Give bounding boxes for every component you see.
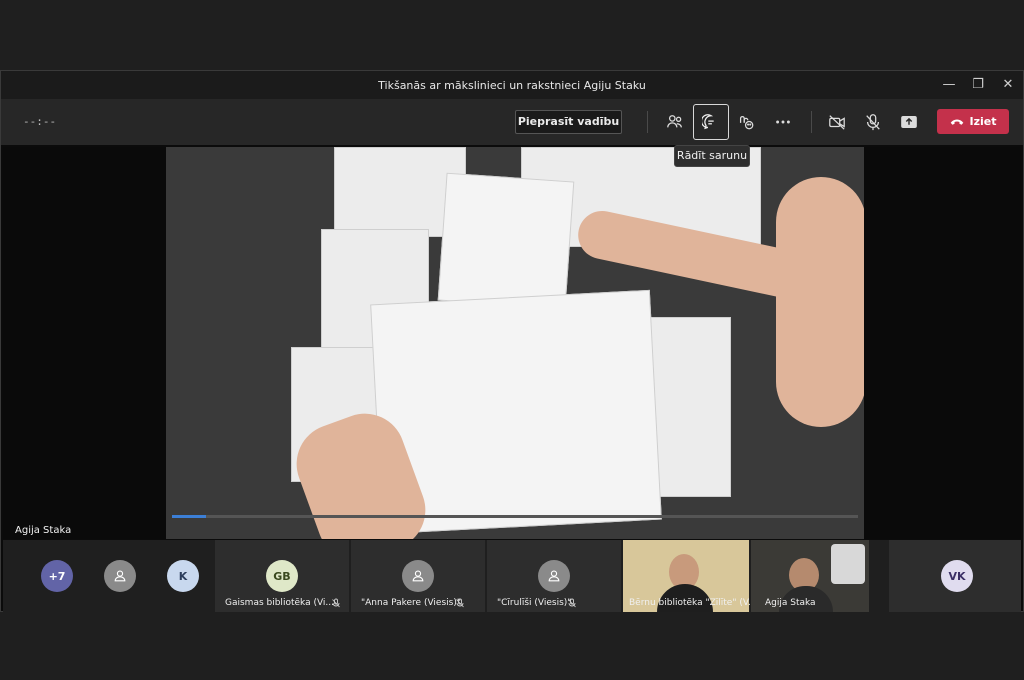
participant-tile-agija[interactable]: Agija Staka: [751, 540, 869, 614]
mic-off-icon: [456, 598, 464, 608]
reactions-icon[interactable]: [731, 107, 761, 137]
toolbar-divider: [811, 111, 812, 133]
toolbar-divider: [647, 111, 648, 133]
avatar-gb: GB: [266, 560, 298, 592]
participant-name: Gaismas bibliotēka (Vi...: [225, 598, 334, 608]
avatar: [538, 560, 570, 592]
rat-drawing-top: [437, 172, 575, 310]
video-progress-fill: [172, 515, 206, 518]
person-icon: [412, 570, 424, 582]
meeting-timer: --:--: [23, 115, 57, 128]
phone-hangup-icon: [950, 119, 963, 125]
meeting-toolbar: --:-- Pieprasīt vadību Iziet: [1, 99, 1023, 145]
window-title: Tikšanās ar mākslinieci un rakstnieci Ag…: [378, 78, 646, 92]
person-icon: [114, 570, 126, 582]
participant-name: Agija Staka: [765, 598, 816, 608]
participants-icon[interactable]: [660, 107, 690, 137]
close-icon[interactable]: ✕: [998, 75, 1018, 95]
mic-off-icon[interactable]: [858, 107, 888, 137]
leave-button[interactable]: Iziet: [937, 109, 1009, 134]
request-control-button[interactable]: Pieprasīt vadību: [515, 110, 622, 134]
share-screen-icon[interactable]: [894, 107, 924, 137]
overflow-participants-badge[interactable]: +7: [41, 560, 73, 592]
person-icon: [548, 570, 560, 582]
participant-tile-cirulisi[interactable]: "Cīrulīši (Viesis)": [487, 540, 621, 612]
mic-off-icon: [568, 598, 576, 608]
mic-off-icon: [332, 598, 340, 608]
participant-strip: +7 K GB Gaismas bibliotēka (Vi... "Anna …: [3, 540, 1021, 614]
participant-tile-anna[interactable]: "Anna Pakere (Viesis)": [351, 540, 485, 612]
more-options-icon[interactable]: [768, 107, 798, 137]
participant-video: [831, 544, 865, 584]
letterbox-bottom: [0, 612, 1024, 680]
drawing-board: [166, 147, 864, 539]
participant-name: "Cīrulīši (Viesis)": [497, 598, 572, 608]
avatar[interactable]: [104, 560, 136, 592]
leave-label: Iziet: [969, 115, 997, 128]
avatar: [402, 560, 434, 592]
chat-icon[interactable]: [693, 104, 729, 140]
camera-off-icon[interactable]: [822, 107, 852, 137]
video-progress-track[interactable]: [172, 515, 858, 518]
minimize-icon[interactable]: —: [939, 75, 959, 95]
restore-icon[interactable]: ❐: [968, 75, 988, 95]
right-hand: [776, 177, 864, 427]
participant-tile-gb[interactable]: GB Gaismas bibliotēka (Vi...: [215, 540, 349, 612]
meeting-window: Tikšanās ar mākslinieci un rakstnieci Ag…: [0, 70, 1024, 614]
participant-tile-bernu[interactable]: Bērnu bibliotēka "Zīlīte" (V...: [623, 540, 756, 614]
shared-content-stage: Agija Staka: [3, 147, 1021, 539]
avatar-vk: VK: [941, 560, 973, 592]
participant-tile-vk[interactable]: VK: [889, 540, 1021, 612]
title-bar: Tikšanās ar mākslinieci un rakstnieci Ag…: [1, 71, 1023, 99]
participant-name: "Anna Pakere (Viesis)": [361, 598, 461, 608]
avatar-k[interactable]: K: [167, 560, 199, 592]
presenter-name: Agija Staka: [15, 525, 72, 536]
shared-video[interactable]: [166, 147, 864, 539]
chat-tooltip: Rādīt sarunu: [674, 145, 750, 167]
letterbox-top: [0, 0, 1024, 70]
participant-name: Bērnu bibliotēka "Zīlīte" (V...: [629, 598, 757, 608]
